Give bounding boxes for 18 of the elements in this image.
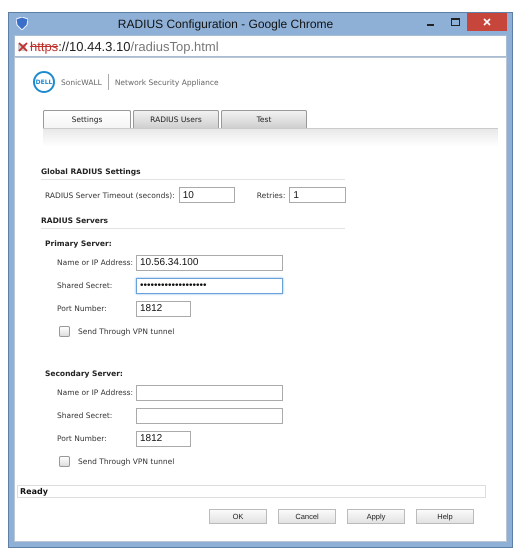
checkbox[interactable] xyxy=(59,456,70,467)
close-icon xyxy=(483,18,491,26)
input-field[interactable]: 1812 xyxy=(136,430,191,446)
timeout-field[interactable]: 10 xyxy=(178,187,235,203)
input-field[interactable]: 10.56.34.100 xyxy=(136,254,283,270)
input-field[interactable]: 1812 xyxy=(136,300,191,316)
maximize-icon xyxy=(450,18,460,26)
url-text: https://10.44.3.10/radiusTop.html xyxy=(30,38,219,54)
checkbox[interactable] xyxy=(59,326,70,337)
shield-icon xyxy=(16,17,28,30)
status-bar: Ready xyxy=(17,485,486,498)
input-field[interactable] xyxy=(136,384,283,400)
close-button[interactable] xyxy=(467,13,507,31)
input-field[interactable]: ••••••••••••••••••• xyxy=(136,278,283,294)
window-title: RADIUS Configuration - Google Chrome xyxy=(116,17,334,31)
address-bar[interactable]: https://10.44.3.10/radiusTop.html xyxy=(14,35,507,57)
input-field[interactable] xyxy=(136,408,283,424)
retries-field[interactable]: 1 xyxy=(289,187,346,203)
